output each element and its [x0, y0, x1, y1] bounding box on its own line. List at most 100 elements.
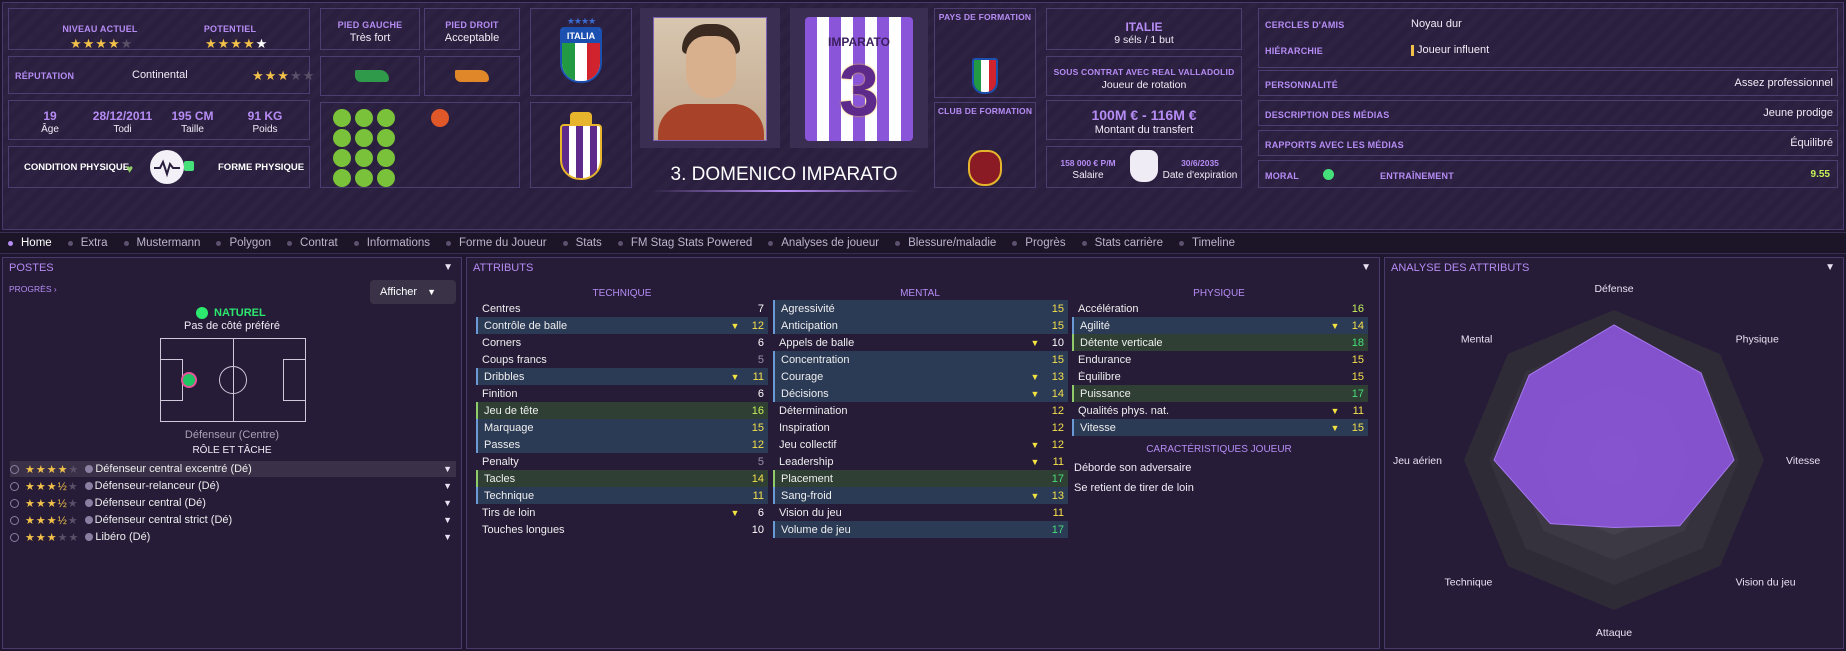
trait-icon[interactable] — [355, 109, 373, 127]
negative-trait-icon[interactable] — [431, 109, 449, 127]
tab-bar: Home Extra Mustermann Polygon Contrat Informa… — [0, 232, 1846, 254]
trait-icon[interactable] — [333, 169, 351, 187]
tab-dot-icon — [353, 240, 359, 246]
chevron-down-icon[interactable]: ▼ — [443, 481, 452, 491]
role-row[interactable]: ★★★½★ Défenseur-relanceur (Dé) ▼ — [10, 478, 456, 494]
trait-icon[interactable] — [355, 149, 373, 167]
attribute-row[interactable]: Penalty 5 — [476, 453, 768, 470]
tab-stats-carri-re[interactable]: Stats carrière — [1081, 237, 1163, 249]
attribute-row[interactable]: Jeu de tête 16 — [476, 402, 768, 419]
attribute-row[interactable]: Agressivité 15 — [773, 300, 1068, 317]
info-icon[interactable] — [85, 533, 94, 541]
tab-contrat[interactable]: Contrat — [287, 237, 338, 249]
tab-stats[interactable]: Stats — [562, 237, 602, 249]
attribute-row[interactable]: Vitesse ▼ 15 — [1072, 419, 1368, 436]
trait-icon[interactable] — [355, 129, 373, 147]
fitness-indicator-icon — [184, 161, 194, 171]
attribute-row[interactable]: Technique 11 — [476, 487, 768, 504]
info-icon[interactable] — [84, 482, 93, 490]
attribute-row[interactable]: Puissance 17 — [1072, 385, 1368, 402]
trait-icon[interactable] — [377, 149, 395, 167]
role-radio[interactable] — [10, 498, 19, 508]
show-button[interactable]: Afficher ▼ — [370, 280, 456, 304]
attribute-row[interactable]: Dribbles ▼ 11 — [476, 368, 768, 385]
tab-dot-icon — [446, 240, 452, 246]
trait-icon[interactable] — [333, 109, 351, 127]
chevron-down-icon[interactable]: ▼ — [443, 498, 452, 508]
tab-blessure-maladie[interactable]: Blessure/maladie — [895, 237, 996, 249]
chevron-down-icon[interactable]: ▼ — [443, 262, 453, 273]
trend-arrow-icon: ▼ — [1030, 337, 1040, 348]
attribute-row[interactable]: Détente verticale 18 — [1072, 334, 1368, 351]
attribute-row[interactable]: Corners 6 — [476, 334, 768, 351]
attribute-row[interactable]: Accélération 16 — [1072, 300, 1368, 317]
chevron-down-icon[interactable]: ▼ — [443, 515, 452, 525]
attribute-row[interactable]: Vision du jeu 11 — [773, 504, 1068, 521]
trait-icon[interactable] — [377, 129, 395, 147]
trait-icon[interactable] — [333, 129, 351, 147]
info-icon[interactable] — [85, 465, 94, 473]
attribute-value: 13 — [1051, 370, 1064, 383]
attribute-row[interactable]: Coups francs 5 — [476, 351, 768, 368]
trait-icon[interactable] — [333, 149, 351, 167]
tab-analyses-de-joueur[interactable]: Analyses de joueur — [768, 237, 879, 249]
chevron-down-icon[interactable]: ▼ — [443, 532, 452, 542]
attribute-name: Endurance — [1078, 353, 1132, 366]
attribute-row[interactable]: Leadership ▼ 11 — [773, 453, 1068, 470]
role-radio[interactable] — [10, 464, 19, 474]
attribute-row[interactable]: Tacles 14 — [476, 470, 768, 487]
heart-icon[interactable] — [150, 150, 184, 184]
role-row[interactable]: ★★★★★ Défenseur central excentré (Dé) ▼ — [10, 461, 456, 477]
attribute-row[interactable]: Agilité ▼ 14 — [1072, 317, 1368, 334]
attribute-row[interactable]: Qualités phys. nat. ▼ 11 — [1072, 402, 1368, 419]
role-row[interactable]: ★★★★★ Libéro (Dé) ▼ — [10, 529, 456, 545]
attribute-row[interactable]: Concentration 15 — [773, 351, 1068, 368]
chevron-down-icon[interactable]: ▼ — [1361, 262, 1371, 273]
tab-fm-stag-stats-powered[interactable]: FM Stag Stats Powered — [617, 237, 752, 249]
attribute-row[interactable]: Jeu collectif ▼ 12 — [773, 436, 1068, 453]
role-row[interactable]: ★★★½★ Défenseur central (Dé) ▼ — [10, 495, 456, 511]
tab-mustermann[interactable]: Mustermann — [123, 237, 200, 249]
attribute-row[interactable]: Inspiration 12 — [773, 419, 1068, 436]
role-radio[interactable] — [10, 481, 19, 491]
attribute-row[interactable]: Centres 7 — [476, 300, 768, 317]
attribute-row[interactable]: Sang-froid ▼ 13 — [773, 487, 1068, 504]
attribute-row[interactable]: Marquage 15 — [476, 419, 768, 436]
role-radio[interactable] — [10, 515, 19, 525]
attribute-row[interactable]: Volume de jeu 17 — [773, 521, 1068, 538]
attribute-row[interactable]: Appels de balle ▼ 10 — [773, 334, 1068, 351]
tab-polygon[interactable]: Polygon — [216, 237, 271, 249]
trait-icon[interactable] — [355, 169, 373, 187]
tab-progr-s[interactable]: Progrès — [1012, 237, 1066, 249]
tab-home[interactable]: Home — [8, 237, 52, 249]
info-icon[interactable] — [84, 499, 93, 507]
trait-icon[interactable] — [377, 169, 395, 187]
attribute-row[interactable]: Tirs de loin ▼ 6 — [476, 504, 768, 521]
role-row[interactable]: ★★★½★ Défenseur central strict (Dé) ▼ — [10, 512, 456, 528]
attribute-row[interactable]: Passes 12 — [476, 436, 768, 453]
tab-extra[interactable]: Extra — [67, 237, 108, 249]
tab-forme-du-joueur[interactable]: Forme du Joueur — [446, 237, 547, 249]
attribute-row[interactable]: Anticipation 15 — [773, 317, 1068, 334]
attribute-row[interactable]: Endurance 15 — [1072, 351, 1368, 368]
attribute-name: Sang-froid — [781, 489, 832, 502]
tab-dot-icon — [895, 240, 901, 246]
attribute-value: 6 — [757, 336, 764, 349]
attribute-row[interactable]: Décisions ▼ 14 — [773, 385, 1068, 402]
chevron-down-icon[interactable]: ▼ — [443, 464, 452, 474]
progress-link[interactable]: PROGRÈS › — [9, 284, 57, 294]
attribute-row[interactable]: Placement 17 — [773, 470, 1068, 487]
attribute-row[interactable]: Finition 6 — [476, 385, 768, 402]
info-icon[interactable] — [84, 516, 93, 524]
trait-icon[interactable] — [377, 109, 395, 127]
attribute-row[interactable]: Touches longues 10 — [476, 521, 768, 538]
attribute-value: 11 — [1052, 455, 1064, 468]
trend-arrow-icon: ▼ — [730, 507, 740, 518]
role-radio[interactable] — [10, 532, 19, 542]
attribute-row[interactable]: Courage ▼ 13 — [773, 368, 1068, 385]
tab-informations[interactable]: Informations — [353, 237, 430, 249]
tab-timeline[interactable]: Timeline — [1178, 237, 1235, 249]
attribute-row[interactable]: Équilibre 15 — [1072, 368, 1368, 385]
attribute-row[interactable]: Contrôle de balle ▼ 12 — [476, 317, 768, 334]
attribute-row[interactable]: Détermination 12 — [773, 402, 1068, 419]
